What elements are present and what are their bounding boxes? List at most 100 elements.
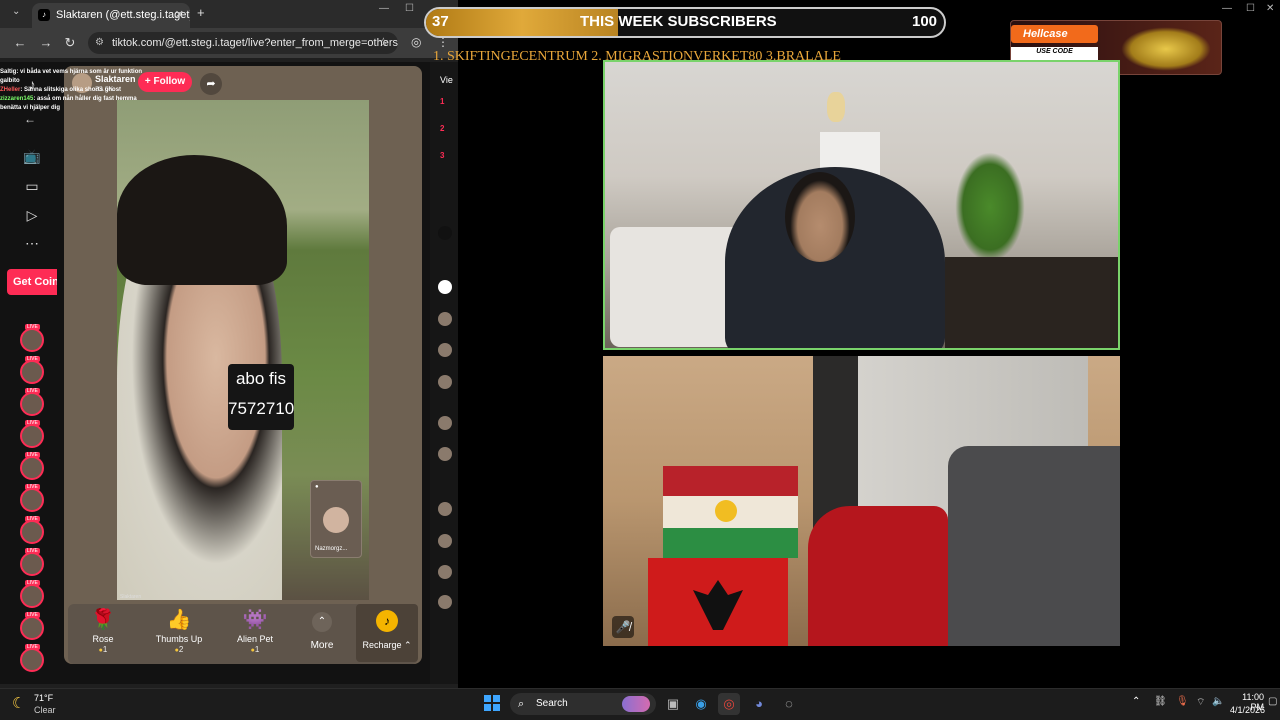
live-avatar[interactable]: LIVE bbox=[20, 484, 44, 512]
obs-close-icon[interactable]: ✕ bbox=[1266, 3, 1274, 14]
viewer-avatar[interactable] bbox=[438, 595, 452, 609]
clock-date[interactable]: 4/1/2026 bbox=[1230, 705, 1265, 715]
live-avatar[interactable]: LIVE bbox=[20, 612, 44, 640]
url-field[interactable]: ⚙ tiktok.com/@ett.steg.i.taget/live?ente… bbox=[88, 32, 398, 54]
subscriber-goal-target: 100 bbox=[912, 13, 938, 30]
profile-icon[interactable]: ◎ bbox=[411, 35, 421, 49]
video-caption: abo fis 7572710 bbox=[228, 364, 294, 430]
gift-cost: ●1 bbox=[250, 645, 260, 654]
search-label: Search bbox=[536, 698, 568, 709]
obs-minimize-icon[interactable]: — bbox=[1222, 3, 1232, 14]
search-icon: ⌕ bbox=[518, 698, 525, 710]
weather-desc[interactable]: Clear bbox=[34, 705, 56, 715]
app-icon[interactable]: ◌ bbox=[778, 693, 800, 715]
tab-close-icon[interactable]: ✕ bbox=[175, 3, 184, 28]
live-avatar[interactable]: LIVE bbox=[20, 548, 44, 576]
viewer-avatar[interactable] bbox=[438, 534, 452, 548]
hellcase-logo: Hellcase bbox=[1011, 25, 1098, 43]
windows-start-icon[interactable] bbox=[484, 695, 500, 711]
streamer-head bbox=[785, 172, 855, 262]
live-avatar[interactable]: LIVE bbox=[20, 420, 44, 448]
back-button[interactable]: ← bbox=[10, 33, 30, 53]
moon-weather-icon[interactable]: ☾ bbox=[12, 694, 25, 712]
viewer-avatar[interactable] bbox=[438, 343, 452, 357]
viewer-avatar[interactable] bbox=[438, 375, 452, 389]
viewer-avatar[interactable] bbox=[438, 447, 452, 461]
minimize-icon[interactable]: — bbox=[379, 3, 389, 14]
notification-icon[interactable]: ▢ bbox=[1268, 696, 1277, 707]
microphone-icon[interactable]: 🎙 bbox=[1176, 696, 1189, 707]
recharge-button[interactable]: ♪ Recharge ⌃ bbox=[356, 604, 418, 662]
viewer-avatar[interactable] bbox=[438, 565, 452, 579]
gift-thumbs-up[interactable]: 👍 Thumbs Up ●2 bbox=[144, 608, 214, 654]
rank-1: 1 bbox=[440, 97, 445, 106]
forward-button[interactable]: → bbox=[36, 33, 56, 53]
live-avatar[interactable]: LIVE bbox=[20, 516, 44, 544]
treasure-chest-icon bbox=[1121, 27, 1211, 71]
taskbar-search[interactable]: ⌕ Search bbox=[510, 693, 656, 715]
explore-icon[interactable]: ▷ bbox=[22, 205, 42, 225]
gift-cost: ●1 bbox=[98, 645, 108, 654]
bookmark-star-icon[interactable]: ☆ bbox=[378, 35, 389, 49]
caption-line-2: 7572710 bbox=[228, 399, 295, 418]
subscriber-count: 37 bbox=[432, 13, 449, 30]
viewer-avatar[interactable] bbox=[438, 312, 452, 326]
live-avatar[interactable]: LIVE bbox=[20, 356, 44, 384]
discord-icon[interactable]: ◕ bbox=[748, 693, 770, 715]
chat-line: Saltig: vi båda vet vems hjärna som är u… bbox=[0, 69, 143, 75]
site-info-icon[interactable]: ⚙ bbox=[95, 32, 104, 54]
chat-overlay: Saltig: vi båda vet vems hjärna som är u… bbox=[0, 68, 160, 113]
live-avatar[interactable]: LIVE bbox=[20, 388, 44, 416]
gift-label: Rose bbox=[92, 634, 114, 644]
rank-2: 2 bbox=[440, 124, 445, 133]
new-tab-button[interactable]: + bbox=[197, 5, 205, 20]
network-icon[interactable]: ⛓ bbox=[1154, 696, 1167, 707]
wifi-icon[interactable]: ⌔ bbox=[1196, 696, 1205, 709]
volume-icon[interactable]: 🔈 bbox=[1212, 696, 1224, 707]
albania-flag bbox=[648, 558, 788, 646]
viewer-avatar[interactable] bbox=[438, 502, 452, 516]
weather-temp[interactable]: 71°F bbox=[34, 693, 53, 703]
alien-pet-icon: 👾 bbox=[242, 609, 268, 631]
chrome-icon[interactable]: ◎ bbox=[718, 693, 740, 715]
tab-tiktok[interactable]: ♪ Slaktaren (@ett.steg.i.taget) ✕ bbox=[32, 3, 190, 28]
live-avatar[interactable]: LIVE bbox=[20, 644, 44, 672]
tab-list-icon[interactable]: ⌄ bbox=[12, 6, 20, 17]
viewer-avatar[interactable] bbox=[438, 416, 452, 430]
streamer-webcam bbox=[603, 60, 1120, 350]
chat-line: galbito bbox=[0, 78, 20, 84]
tiktok-favicon-icon: ♪ bbox=[38, 9, 50, 21]
video-icon[interactable]: ▭ bbox=[22, 176, 42, 196]
viewer-avatar[interactable] bbox=[438, 280, 452, 294]
viewer-avatar[interactable] bbox=[438, 226, 452, 240]
tray-overflow-icon[interactable]: ⌃ bbox=[1132, 696, 1140, 707]
red-pillow bbox=[808, 506, 948, 646]
get-coins-button[interactable]: Get Coins bbox=[7, 269, 57, 295]
mic-muted-icon[interactable]: 🎤̸ bbox=[612, 616, 634, 638]
reload-button[interactable]: ↻ bbox=[60, 33, 80, 53]
guest-name: Nazmorgz... bbox=[315, 546, 348, 552]
tab-title: Slaktaren (@ett.steg.i.taget) bbox=[56, 9, 190, 21]
back-arrow-icon[interactable]: ← bbox=[24, 112, 36, 126]
task-view-icon[interactable]: ▣ bbox=[662, 693, 684, 715]
edge-icon[interactable]: ◉ bbox=[690, 693, 712, 715]
live-avatar[interactable]: LIVE bbox=[20, 580, 44, 608]
more-gifts-button[interactable]: ⌃ More bbox=[304, 612, 340, 651]
live-avatar[interactable]: LIVE bbox=[20, 452, 44, 480]
more-dots-icon[interactable]: ⋯ bbox=[22, 233, 42, 253]
maximize-icon[interactable]: ☐ bbox=[405, 3, 414, 14]
chat-line: benätta vi hjälper dig bbox=[0, 105, 61, 111]
guest-cam[interactable]: ● Nazmorgz... bbox=[310, 480, 362, 558]
live-tv-icon[interactable]: 📺 bbox=[22, 146, 42, 166]
gift-rose[interactable]: 🌹 Rose ●1 bbox=[68, 608, 138, 654]
plant bbox=[955, 152, 1025, 262]
tab-bar: ⌄ ♪ Slaktaren (@ett.steg.i.taget) ✕ + — … bbox=[0, 0, 458, 28]
chevron-up-icon: ⌃ bbox=[312, 612, 332, 632]
url-text: tiktok.com/@ett.steg.i.taget/live?enter_… bbox=[112, 37, 398, 49]
obs-maximize-icon[interactable]: ☐ bbox=[1246, 3, 1255, 14]
rank-3: 3 bbox=[440, 151, 445, 160]
live-avatar[interactable]: LIVE bbox=[20, 324, 44, 352]
gift-alien-pet[interactable]: 👾 Alien Pet ●1 bbox=[220, 608, 290, 654]
guest-webcam bbox=[603, 356, 1120, 646]
share-icon[interactable]: ➦ bbox=[200, 73, 222, 95]
